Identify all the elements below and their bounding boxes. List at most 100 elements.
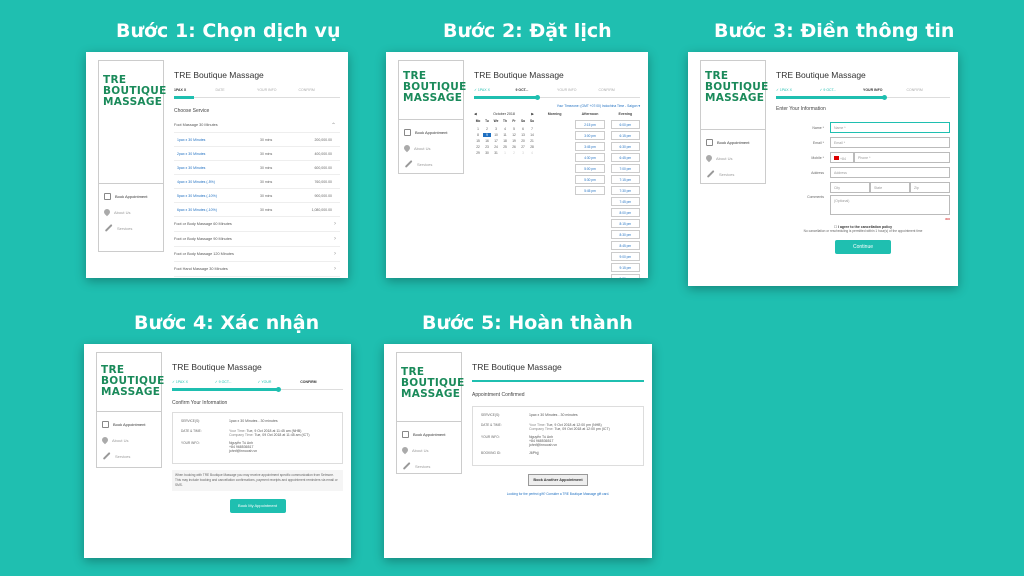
calendar-day[interactable]: 22 (474, 145, 482, 149)
time-slot[interactable]: 6:45 pm (610, 153, 640, 162)
calendar-day[interactable]: 6 (519, 127, 527, 131)
time-slot[interactable]: 8:00 pm (610, 208, 640, 217)
menu-services[interactable]: Services (102, 448, 156, 464)
time-slot[interactable]: 9:15 pm (610, 263, 640, 272)
calendar-day[interactable]: 9 (483, 133, 491, 137)
calendar-day[interactable]: 25 (501, 145, 509, 149)
category-row[interactable]: Foot or Body Massage 90 Minutes › (174, 232, 340, 247)
calendar-day[interactable]: 3 (519, 151, 527, 155)
calendar-day[interactable]: 1 (474, 127, 482, 131)
calendar-day[interactable]: 3 (492, 127, 500, 131)
calendar-day[interactable]: 31 (492, 151, 500, 155)
time-slot[interactable]: 5:00 pm (575, 164, 605, 173)
time-slot[interactable]: 6:30 pm (610, 142, 640, 151)
calendar-day[interactable]: 23 (483, 145, 491, 149)
state-field[interactable]: State (870, 182, 910, 193)
service-row[interactable]: 5pax x 30 Minutes (-10%) 30 mins 900,000.0… (174, 189, 340, 203)
calendar-day[interactable]: 26 (510, 145, 518, 149)
service-row[interactable]: 2pax x 30 Minutes 30 mins 400,000.00 (174, 147, 340, 161)
menu-services[interactable]: Services (706, 166, 760, 182)
service-row[interactable]: 6pax x 30 Minutes (-10%) 30 mins 1,080,000… (174, 203, 340, 217)
continue-button[interactable]: Continue (835, 240, 891, 254)
time-slot[interactable]: 5:30 pm (575, 175, 605, 184)
calendar-day[interactable]: 2 (483, 127, 491, 131)
calendar-day[interactable]: 24 (492, 145, 500, 149)
time-slot[interactable]: 3:45 pm (575, 142, 605, 151)
zip-field[interactable]: Zip (910, 182, 950, 193)
gift-card-link[interactable]: Looking for the perfect gift? Consider a… (472, 492, 644, 496)
time-slot[interactable]: 9:30 pm (610, 274, 640, 278)
time-slot[interactable]: 8:15 pm (610, 219, 640, 228)
calendar-day[interactable]: 20 (519, 139, 527, 143)
time-slot[interactable]: 7:00 pm (610, 164, 640, 173)
calendar-day[interactable]: 16 (483, 139, 491, 143)
calendar-day[interactable]: 27 (519, 145, 527, 149)
time-slot[interactable]: 9:00 pm (610, 252, 640, 261)
calendar-day[interactable]: 18 (501, 139, 509, 143)
name-field[interactable]: Name * (830, 122, 950, 133)
menu-services[interactable]: Services (402, 458, 456, 474)
address-field[interactable]: Address (830, 167, 950, 178)
calendar-day[interactable]: 15 (474, 139, 482, 143)
time-slot[interactable]: 6:00 pm (610, 120, 640, 129)
calendar-day[interactable]: 12 (510, 133, 518, 137)
calendar-day[interactable]: 2 (510, 151, 518, 155)
time-slot[interactable]: 2:15 pm (575, 120, 605, 129)
service-row[interactable]: 1pax x 30 Minutes 30 mins 200,000.00 (174, 133, 340, 147)
calendar-day[interactable]: 4 (528, 151, 536, 155)
category-row[interactable]: Foot Hand Massage 30 Minutes › (174, 262, 340, 277)
email-field[interactable]: Email * (830, 137, 950, 148)
comments-field[interactable]: (Optional) (830, 195, 950, 215)
calendar-day[interactable]: 19 (510, 139, 518, 143)
category-open[interactable]: Foot Massage 30 Minutes ⌃ (174, 118, 340, 133)
time-slot[interactable]: 6:15 pm (610, 131, 640, 140)
city-field[interactable]: City (830, 182, 870, 193)
category-row[interactable]: Foot or Body Massage 120 Minutes › (174, 247, 340, 262)
next-month-icon[interactable]: ▶ (531, 112, 534, 116)
calendar-day[interactable]: 30 (483, 151, 491, 155)
book-button[interactable]: Book My Appointment (229, 499, 286, 513)
service-row[interactable]: 4pax x 30 Minutes (-5%) 30 mins 760,000.00 (174, 175, 340, 189)
category-row[interactable]: Foot or Body Massage 60 Minutes › (174, 217, 340, 232)
calendar-day[interactable]: 28 (528, 145, 536, 149)
calendar-day[interactable]: 10 (492, 133, 500, 137)
calendar-day[interactable]: 21 (528, 139, 536, 143)
phone-field[interactable]: Phone * (854, 152, 950, 163)
menu-about[interactable]: About Us (402, 140, 458, 156)
calendar-day[interactable]: 4 (501, 127, 509, 131)
calendar-day[interactable]: 7 (528, 127, 536, 131)
menu-about[interactable]: About Us (400, 442, 456, 458)
time-slot[interactable]: 8:30 pm (610, 230, 640, 239)
menu-book[interactable]: Book Appointment (404, 124, 458, 140)
menu-book[interactable]: Book Appointment (402, 426, 456, 442)
time-slot[interactable]: 7:45 pm (610, 197, 640, 206)
calendar-day[interactable]: 1 (501, 151, 509, 155)
menu-about[interactable]: About Us (100, 432, 156, 448)
menu-about[interactable]: About Us (102, 204, 158, 220)
time-slot[interactable]: 8:45 pm (610, 241, 640, 250)
calendar-day[interactable]: 8 (474, 133, 482, 137)
timezone-select[interactable]: Your Timezone: (GMT +07:00) Indochina Ti… (474, 104, 640, 108)
menu-about[interactable]: About Us (704, 150, 760, 166)
time-slot[interactable]: 3:00 pm (575, 131, 605, 140)
menu-services[interactable]: Services (104, 220, 158, 236)
time-slot[interactable]: 4:30 pm (575, 153, 605, 162)
calendar-day[interactable]: 17 (492, 139, 500, 143)
menu-book[interactable]: Book Appointment (706, 134, 760, 150)
calendar-day[interactable]: 14 (528, 133, 536, 137)
book-another-button[interactable]: Book Another Appointment (528, 474, 588, 486)
calendar-icon (706, 138, 713, 146)
prev-month-icon[interactable]: ◀ (474, 112, 477, 116)
calendar-day[interactable]: 11 (501, 133, 509, 137)
menu-book[interactable]: Book Appointment (102, 416, 156, 432)
time-slot[interactable]: 7:30 pm (610, 186, 640, 195)
calendar-day[interactable]: 29 (474, 151, 482, 155)
menu-book[interactable]: Book Appointment (104, 188, 158, 204)
menu-services[interactable]: Services (404, 156, 458, 172)
calendar-day[interactable]: 5 (510, 127, 518, 131)
calendar-day[interactable]: 13 (519, 133, 527, 137)
time-slot[interactable]: 5:45 pm (575, 186, 605, 195)
time-slot[interactable]: 7:15 pm (610, 175, 640, 184)
service-row[interactable]: 3pax x 30 Minutes 30 mins 600,000.00 (174, 161, 340, 175)
country-code-select[interactable]: +84 (830, 152, 854, 163)
